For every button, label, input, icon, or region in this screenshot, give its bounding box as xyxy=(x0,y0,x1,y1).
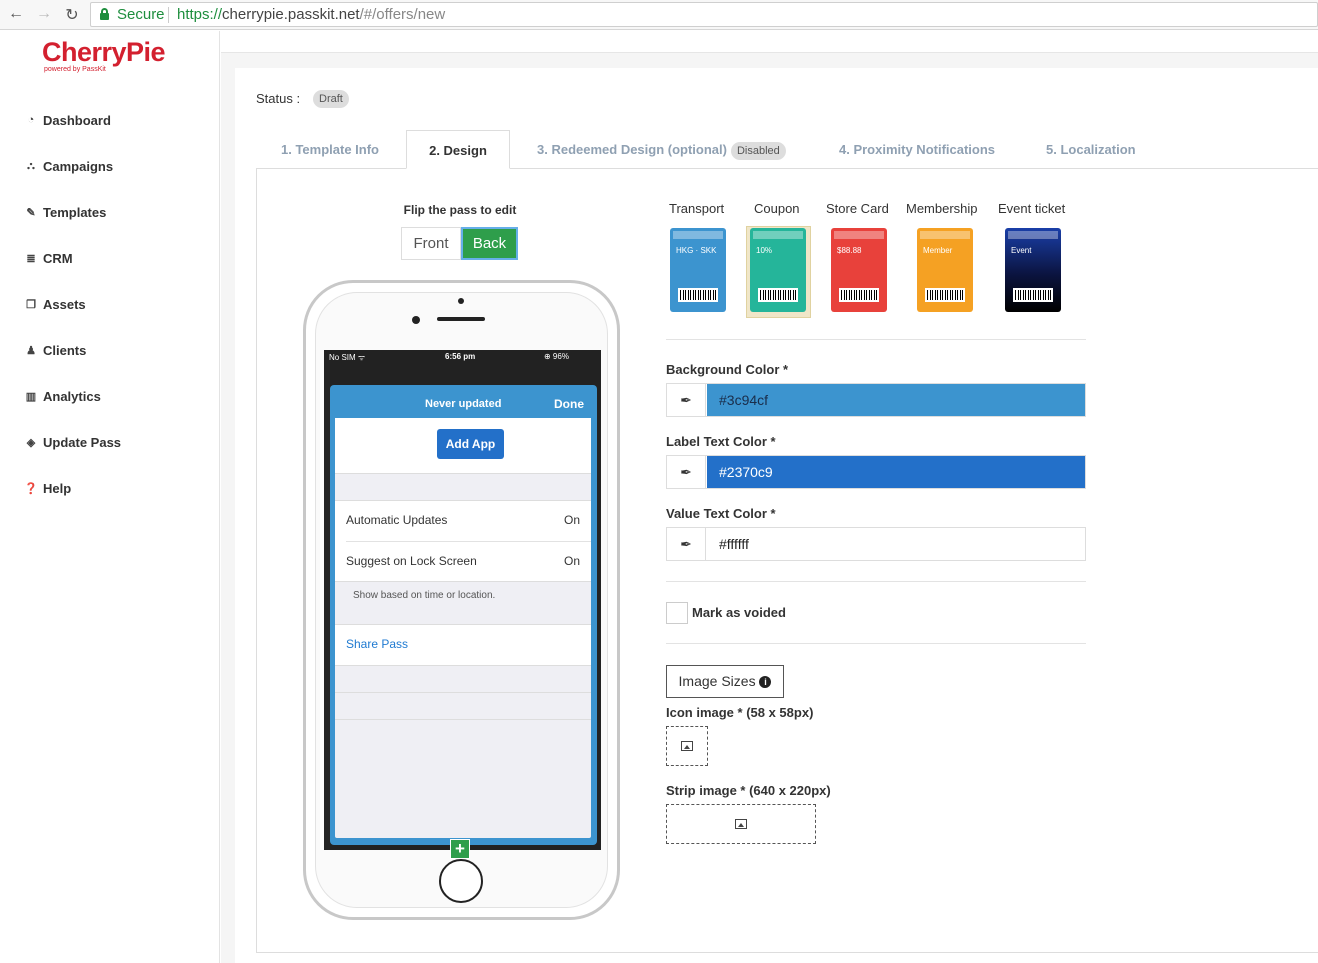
bar-chart-icon: ▥ xyxy=(25,390,37,403)
strip-image-label: Strip image * (640 x 220px) xyxy=(666,783,831,798)
add-app-button[interactable]: Add App xyxy=(437,429,504,459)
copy-icon: ❐ xyxy=(26,298,36,311)
done-button[interactable]: Done xyxy=(554,397,584,411)
eyedropper-icon[interactable]: ✒ xyxy=(667,384,706,416)
logo-tagline: powered by PassKit xyxy=(44,66,106,73)
value-text-color-input[interactable]: #ffffff xyxy=(707,528,1085,560)
image-sizes-button[interactable]: Image Sizes i xyxy=(666,665,784,698)
lock-screen-value[interactable]: On xyxy=(564,554,580,568)
pencil-icon: ✎ xyxy=(26,206,36,219)
divider xyxy=(666,581,1086,582)
phone-sensor xyxy=(412,316,420,324)
pass-type-transport[interactable]: HKG · SKK xyxy=(670,228,726,312)
pass-type-event-ticket[interactable]: Event xyxy=(1005,228,1061,312)
automatic-updates-label: Automatic Updates xyxy=(346,513,448,527)
user-icon: ♟ xyxy=(26,344,36,357)
sidebar-item-assets[interactable]: ❐ Assets xyxy=(24,294,86,314)
pass-type-store-card[interactable]: $88.88 xyxy=(831,228,887,312)
browser-toolbar: ← → ↻ Secure https://cherrypie.passkit.n… xyxy=(0,0,1318,30)
background-color-label: Background Color * xyxy=(666,362,789,377)
sidebar-item-templates[interactable]: ✎ Templates xyxy=(24,202,106,222)
status-badge: Draft xyxy=(313,90,349,108)
flip-title: Flip the pass to edit xyxy=(403,203,517,217)
eyedropper-icon[interactable]: ✒ xyxy=(667,456,706,488)
mark-voided-checkbox[interactable] xyxy=(666,602,688,624)
tab-redeemed-design[interactable]: 3. Redeemed Design (optional) Disabled xyxy=(537,130,786,169)
phone-home-button xyxy=(439,859,483,903)
sitemap-icon: ⛬ xyxy=(27,159,35,172)
pass-type-coupon[interactable]: 10% xyxy=(750,228,806,312)
image-icon xyxy=(735,819,747,829)
url-text: https://cherrypie.passkit.net/#/offers/n… xyxy=(177,6,446,23)
logo-name: CherryPie xyxy=(42,37,166,67)
back-arrow-icon[interactable]: ← xyxy=(6,5,26,23)
sidebar-item-dashboard[interactable]: ◔ Dashboard xyxy=(24,110,111,130)
pass-type-store-card-label: Store Card xyxy=(826,201,889,216)
value-text-color-field: ✒ #ffffff xyxy=(666,527,1086,561)
status-bar-battery: ⊕ 96% xyxy=(544,352,569,361)
sidebar-item-campaigns[interactable]: ⛬ Campaigns xyxy=(24,156,113,176)
strip-image-dropzone[interactable] xyxy=(666,804,816,844)
label-text-color-label: Label Text Color * xyxy=(666,434,776,449)
sidebar-item-clients[interactable]: ♟ Clients xyxy=(24,340,86,360)
tag-icon: ◈ xyxy=(26,436,36,449)
row-divider xyxy=(335,692,591,693)
dashboard-icon: ◔ xyxy=(27,114,35,126)
background-color-input[interactable]: #3c94cf xyxy=(707,384,1085,416)
image-icon xyxy=(681,741,693,751)
divider xyxy=(666,339,1086,340)
pass-update-status: Never updated xyxy=(425,398,502,410)
sidebar-item-update-pass[interactable]: ◈ Update Pass xyxy=(24,432,121,452)
lock-screen-hint: Show based on time or location. xyxy=(353,590,496,601)
back-button[interactable]: Back xyxy=(461,227,518,260)
background-color-field: ✒ #3c94cf xyxy=(666,383,1086,417)
sidebar-item-help[interactable]: ❓ Help xyxy=(24,478,71,498)
mark-voided-label: Mark as voided xyxy=(692,605,786,620)
info-icon: i xyxy=(759,676,772,689)
lock-screen-label: Suggest on Lock Screen xyxy=(346,554,477,568)
icon-image-label: Icon image * (58 x 58px) xyxy=(666,705,814,720)
sidebar-item-analytics[interactable]: ▥ Analytics xyxy=(24,386,101,406)
value-text-color-label: Value Text Color * xyxy=(666,506,776,521)
label-text-color-field: ✒ #2370c9 xyxy=(666,455,1086,489)
status-label: Status : xyxy=(256,91,301,106)
icon-image-dropzone[interactable] xyxy=(666,726,708,766)
database-icon: ≣ xyxy=(26,252,36,265)
pass-type-event-ticket-label: Event ticket xyxy=(998,201,1066,216)
tab-proximity-notifications[interactable]: 4. Proximity Notifications xyxy=(839,130,995,169)
secure-label: Secure xyxy=(117,6,165,23)
reload-icon[interactable]: ↻ xyxy=(62,5,82,25)
logo[interactable]: CherryPie powered by PassKit xyxy=(42,37,166,73)
status-bar-time: 6:56 pm xyxy=(445,352,476,361)
tab-localization[interactable]: 5. Localization xyxy=(1046,130,1136,169)
divider xyxy=(666,643,1086,644)
tab-template-info[interactable]: 1. Template Info xyxy=(281,130,379,169)
disabled-badge: Disabled xyxy=(730,141,786,160)
add-field-button[interactable]: + xyxy=(450,839,470,859)
phone-speaker xyxy=(437,317,485,321)
row-divider xyxy=(346,541,591,542)
pass-type-coupon-label: Coupon xyxy=(754,201,800,216)
eyedropper-icon[interactable]: ✒ xyxy=(667,528,706,560)
pass-type-membership-label: Membership xyxy=(906,201,978,216)
question-icon: ❓ xyxy=(24,482,38,495)
tab-design[interactable]: 2. Design xyxy=(406,130,510,169)
status-bar-carrier: No SIM ᯤ xyxy=(329,353,366,362)
row-divider xyxy=(335,719,591,720)
address-bar[interactable]: Secure https://cherrypie.passkit.net/#/o… xyxy=(90,2,1318,27)
lock-icon xyxy=(100,8,109,20)
label-text-color-input[interactable]: #2370c9 xyxy=(707,456,1085,488)
url-separator xyxy=(168,7,169,23)
front-button[interactable]: Front xyxy=(401,227,461,260)
pass-type-transport-label: Transport xyxy=(669,201,725,216)
automatic-updates-value[interactable]: On xyxy=(564,513,580,527)
phone-camera xyxy=(458,298,464,304)
sidebar-item-crm[interactable]: ≣ CRM xyxy=(24,248,72,268)
forward-arrow-icon[interactable]: → xyxy=(34,5,54,23)
pass-type-membership[interactable]: Member xyxy=(917,228,973,312)
top-header xyxy=(221,31,1318,53)
share-pass-link[interactable]: Share Pass xyxy=(346,637,408,651)
